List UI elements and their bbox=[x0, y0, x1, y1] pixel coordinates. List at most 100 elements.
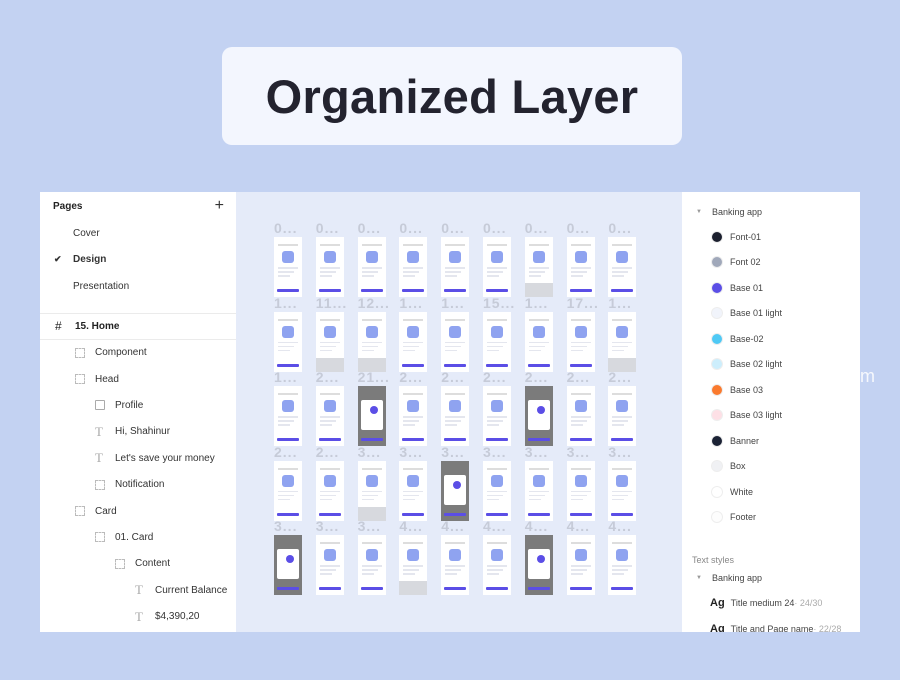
screen-frame[interactable] bbox=[566, 535, 595, 595]
screen-frame[interactable] bbox=[441, 311, 470, 372]
screen-frame[interactable] bbox=[315, 386, 344, 446]
layer-item[interactable]: Component bbox=[40, 340, 236, 366]
layer-item[interactable]: Head bbox=[40, 366, 236, 392]
screen-frame[interactable] bbox=[399, 535, 428, 595]
screen-frame[interactable] bbox=[441, 535, 470, 595]
screen-button bbox=[527, 587, 550, 590]
screen-frame[interactable] bbox=[399, 311, 428, 372]
color-group-header[interactable]: ▼ Banking app bbox=[682, 199, 860, 224]
screen-frame[interactable] bbox=[608, 460, 637, 521]
screen-frame[interactable] bbox=[608, 237, 637, 297]
screen-frame[interactable] bbox=[274, 311, 302, 372]
text-line bbox=[612, 565, 633, 567]
color-style-item[interactable]: Base-02 bbox=[682, 326, 860, 352]
screen-header bbox=[403, 467, 424, 470]
screen-frame[interactable] bbox=[274, 535, 302, 595]
text-line bbox=[319, 420, 336, 422]
screen-frame[interactable] bbox=[315, 237, 344, 297]
frame-label: 2... bbox=[274, 443, 298, 460]
color-style-item[interactable]: Box bbox=[682, 454, 860, 480]
text-line bbox=[528, 271, 545, 273]
screen-frame[interactable] bbox=[483, 460, 511, 521]
screen-frame[interactable] bbox=[441, 386, 470, 446]
screen-frame[interactable] bbox=[399, 237, 428, 297]
frame-glyph bbox=[75, 506, 85, 517]
screen-frame[interactable] bbox=[357, 535, 386, 595]
color-style-item[interactable]: Footer bbox=[682, 505, 860, 531]
text-line bbox=[445, 275, 458, 277]
page-item-cover[interactable]: Cover bbox=[40, 220, 236, 247]
layer-item[interactable]: 01. Card bbox=[40, 524, 236, 550]
text-glyph: T bbox=[135, 582, 143, 598]
text-style-item[interactable]: Ag Title and Page name · 22/28 bbox=[682, 616, 860, 632]
color-style-item[interactable]: Base 01 light bbox=[682, 301, 860, 327]
screen-frame[interactable] bbox=[566, 311, 595, 372]
color-style-item[interactable]: Base 03 bbox=[682, 377, 860, 403]
text-style-item[interactable]: Ag Title medium 24 · 24/30 bbox=[682, 590, 860, 616]
screen-frame[interactable] bbox=[274, 237, 302, 297]
screen-frame[interactable] bbox=[524, 386, 553, 446]
screen-frame[interactable] bbox=[524, 311, 553, 372]
design-canvas[interactable]: 0... 0... 0... 0... 0... 0... 0... 0... 0... 1...… bbox=[236, 192, 682, 632]
screen-frame[interactable] bbox=[608, 535, 637, 595]
layer-item[interactable]: T Let's save your money bbox=[40, 445, 236, 471]
screen-frame[interactable] bbox=[441, 460, 470, 521]
page-item-design[interactable]: ✔ Design bbox=[40, 247, 236, 274]
color-style-item[interactable]: White bbox=[682, 479, 860, 505]
screen-header bbox=[612, 318, 633, 321]
page-item-presentation[interactable]: Presentation bbox=[40, 273, 236, 300]
screen-frame[interactable] bbox=[566, 460, 595, 521]
screen-frame[interactable] bbox=[483, 237, 511, 297]
layer-label: Head bbox=[95, 373, 119, 385]
screen-frame[interactable] bbox=[483, 386, 511, 446]
frame-label: 3... bbox=[399, 443, 423, 460]
color-style-item[interactable]: Base 02 light bbox=[682, 352, 860, 378]
screen-frame[interactable] bbox=[524, 237, 553, 297]
text-line bbox=[487, 565, 507, 567]
screen-frame[interactable] bbox=[608, 386, 637, 446]
text-line bbox=[403, 490, 424, 492]
screen-frame[interactable] bbox=[357, 460, 386, 521]
layer-item[interactable]: Profile bbox=[40, 392, 236, 418]
text-group-header[interactable]: ▼ Banking app bbox=[682, 565, 860, 590]
color-style-item[interactable]: Font 02 bbox=[682, 250, 860, 276]
screen-frame[interactable] bbox=[524, 535, 553, 595]
color-style-item[interactable]: Font-01 bbox=[682, 224, 860, 250]
text-line bbox=[570, 490, 591, 492]
screen-frame[interactable] bbox=[357, 386, 386, 446]
color-group-name: Banking app bbox=[712, 206, 763, 217]
screen-frame[interactable] bbox=[483, 311, 511, 372]
frame-label: 0... bbox=[315, 220, 340, 236]
screen-frame[interactable] bbox=[315, 535, 344, 595]
screen-frame[interactable] bbox=[315, 311, 344, 372]
screen-frame[interactable] bbox=[274, 386, 302, 446]
screen-frame[interactable] bbox=[441, 237, 470, 297]
color-style-item[interactable]: Base 03 light bbox=[682, 403, 860, 429]
screen-frame[interactable] bbox=[315, 460, 344, 521]
screen-frame[interactable] bbox=[357, 237, 386, 297]
screen-frame[interactable] bbox=[483, 535, 511, 595]
layer-item[interactable]: T $4,390,20 bbox=[40, 603, 236, 629]
layer-item[interactable]: T Current Balance bbox=[40, 577, 236, 603]
image-icon bbox=[95, 400, 115, 411]
screen-frame[interactable] bbox=[566, 386, 595, 446]
screen-frame[interactable] bbox=[566, 237, 595, 297]
layer-item[interactable]: T Hi, Shahinur bbox=[40, 419, 236, 445]
color-style-item[interactable]: Banner bbox=[682, 428, 860, 454]
layer-item[interactable]: Notification bbox=[40, 471, 236, 497]
layer-item[interactable]: Card bbox=[40, 498, 236, 524]
screen-frame[interactable] bbox=[357, 311, 386, 372]
caret-down-icon: ▼ bbox=[696, 574, 702, 581]
screen-frame[interactable] bbox=[608, 311, 637, 372]
screen-frame[interactable] bbox=[524, 460, 553, 521]
screen-frame[interactable] bbox=[399, 386, 428, 446]
screen-frame[interactable] bbox=[274, 460, 302, 521]
color-swatch-icon bbox=[711, 358, 723, 371]
screen-header bbox=[361, 318, 382, 321]
screen-header bbox=[487, 393, 507, 395]
layer-frame-home[interactable]: # 15. Home bbox=[40, 314, 236, 340]
color-style-item[interactable]: Base 01 bbox=[682, 275, 860, 301]
layer-item[interactable]: Content bbox=[40, 551, 236, 577]
screen-frame[interactable] bbox=[399, 460, 428, 521]
plus-icon[interactable]: + bbox=[215, 197, 224, 215]
